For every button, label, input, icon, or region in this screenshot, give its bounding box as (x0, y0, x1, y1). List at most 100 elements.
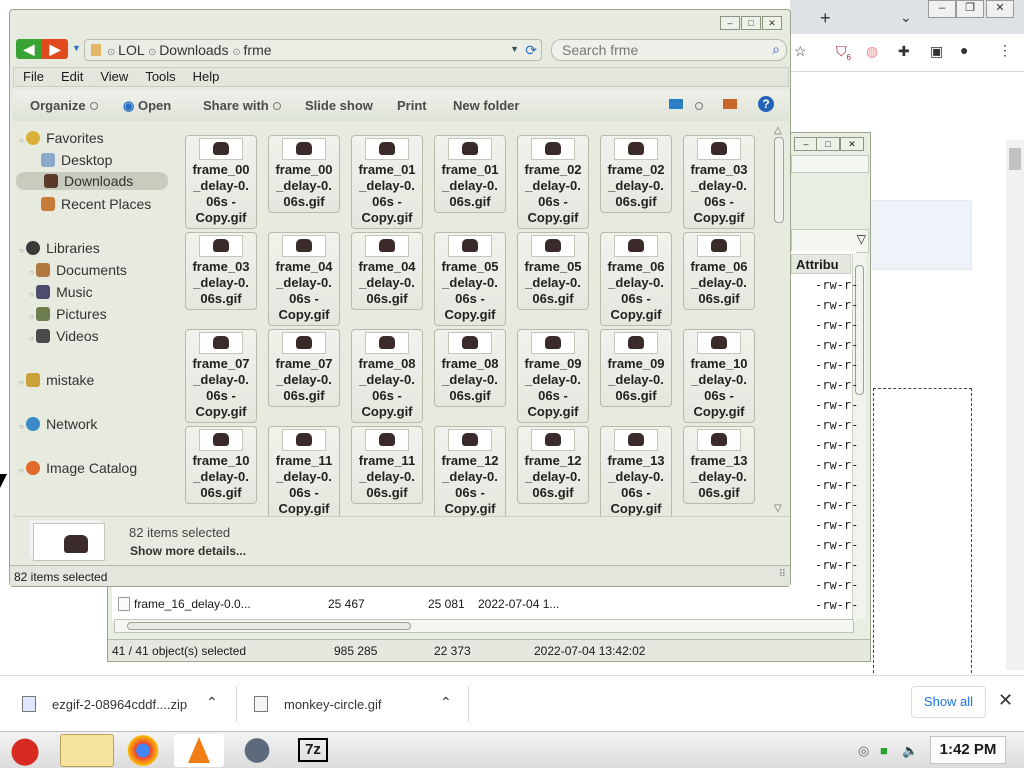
start-button-bird-icon[interactable] (2, 734, 48, 767)
address-dropdown-icon[interactable]: ▽ (857, 232, 866, 246)
file-tile[interactable]: frame_11 _delay-0. 06s.gif (351, 426, 423, 504)
pride-extension-icon[interactable]: ◍ (866, 43, 878, 60)
file-tile[interactable]: frame_12 _delay-0. 06s.gif (517, 426, 589, 504)
preview-pane-icon[interactable] (723, 99, 737, 109)
sidebar-item-downloads[interactable]: Downloads (16, 172, 168, 190)
file-tile[interactable]: frame_11 _delay-0. 06s - Copy.gif (268, 426, 340, 520)
file-tile[interactable]: frame_02 _delay-0. 06s.gif (600, 135, 672, 213)
file-tile[interactable]: frame_02 _delay-0. 06s - Copy.gif (517, 135, 589, 229)
file-tile[interactable]: frame_08 _delay-0. 06s.gif (434, 329, 506, 407)
address-dropdown-icon[interactable]: ▼ (510, 44, 519, 54)
menu-help[interactable]: Help (193, 69, 220, 84)
chevron-up-icon[interactable]: ⌃ (440, 694, 452, 711)
archive-close-button[interactable]: ✕ (840, 137, 864, 151)
scrollbar-thumb[interactable] (127, 622, 411, 630)
file-tile[interactable]: frame_01 _delay-0. 06s - Copy.gif (351, 135, 423, 229)
chevron-up-icon[interactable]: ⌃ (206, 694, 218, 711)
breadcrumb-lol[interactable]: LOL (118, 42, 144, 58)
address-bar[interactable]: ⊙ LOL ⊙ Downloads ⊙ frme ▼ ⟳ (84, 39, 542, 61)
file-tile[interactable]: frame_04 _delay-0. 06s - Copy.gif (268, 232, 340, 326)
tray-network-icon[interactable]: ■ (880, 743, 888, 758)
file-tile[interactable]: frame_06 _delay-0. 06s.gif (683, 232, 755, 310)
sidebar-item-favorites[interactable]: ○ Favorites (19, 130, 104, 146)
sidebar-item-image-catalog[interactable]: ○ Image Catalog (19, 460, 137, 476)
scrollbar-thumb[interactable] (1009, 148, 1021, 170)
show-more-details-link[interactable]: Show more details... (130, 544, 246, 558)
maximize-button[interactable]: □ (741, 16, 761, 30)
scrollbar-thumb[interactable] (774, 137, 784, 223)
vlc-taskbar-icon[interactable] (174, 734, 224, 767)
file-tile[interactable]: frame_10 _delay-0. 06s.gif (185, 426, 257, 504)
file-tile[interactable]: frame_01 _delay-0. 06s.gif (434, 135, 506, 213)
file-tile[interactable]: frame_09 _delay-0. 06s.gif (600, 329, 672, 407)
search-input[interactable]: Search frme ⌕ (551, 39, 787, 61)
sidebar-item-libraries[interactable]: ○ Libraries (19, 240, 100, 256)
menu-view[interactable]: View (100, 69, 128, 84)
shield-extension-icon[interactable]: ⛉6 (836, 43, 851, 62)
organize-button[interactable]: Organize (30, 98, 98, 113)
download-item-zip[interactable]: ezgif-2-08964cddf....zip (22, 696, 187, 712)
close-button[interactable]: ✕ (762, 16, 782, 30)
menu-tools[interactable]: Tools (145, 69, 175, 84)
puzzle-extensions-icon[interactable]: ✚ (898, 43, 910, 60)
file-tile[interactable]: frame_00 _delay-0. 06s.gif (268, 135, 340, 213)
help-icon[interactable]: ? (758, 96, 774, 112)
side-panel-icon[interactable]: ▣ (930, 43, 943, 60)
menu-edit[interactable]: Edit (61, 69, 83, 84)
open-button[interactable]: ◉ Open (123, 98, 171, 114)
show-all-button[interactable]: Show all (911, 686, 986, 718)
file-tile[interactable]: frame_09 _delay-0. 06s - Copy.gif (517, 329, 589, 423)
sidebar-item-videos[interactable]: ○ Videos (29, 328, 99, 344)
archive-horizontal-scrollbar[interactable] (114, 619, 854, 633)
app-taskbar-icon[interactable] (232, 734, 282, 767)
attributes-column-header[interactable]: Attribu (791, 254, 851, 274)
file-tile[interactable]: frame_03 _delay-0. 06s.gif (185, 232, 257, 310)
download-item-gif[interactable]: monkey-circle.gif (254, 696, 382, 712)
print-button[interactable]: Print (397, 98, 427, 113)
file-tile[interactable]: frame_04 _delay-0. 06s.gif (351, 232, 423, 310)
file-tile[interactable]: frame_07 _delay-0. 06s - Copy.gif (185, 329, 257, 423)
share-with-button[interactable]: Share with (203, 98, 281, 113)
breadcrumb-downloads[interactable]: Downloads (159, 42, 228, 58)
search-icon[interactable]: ⌕ (772, 41, 780, 58)
explorer-taskbar-icon[interactable] (60, 734, 114, 767)
breadcrumb-frme[interactable]: frme (244, 42, 272, 58)
sidebar-item-music[interactable]: ○ Music (29, 284, 93, 300)
archive-row[interactable]: frame_16_delay-0.0... 25 467 25 081 2022… (116, 597, 846, 615)
file-tile[interactable]: frame_07 _delay-0. 06s.gif (268, 329, 340, 407)
tab-search-chevron-icon[interactable]: ⌄ (900, 9, 912, 26)
scroll-down-icon[interactable]: ▽ (774, 503, 782, 514)
sidebar-item-recent-places[interactable]: Recent Places (41, 196, 151, 212)
7zip-taskbar-icon[interactable]: 7z (288, 734, 338, 767)
file-tile[interactable]: frame_03 _delay-0. 06s - Copy.gif (683, 135, 755, 229)
file-tile[interactable]: frame_06 _delay-0. 06s - Copy.gif (600, 232, 672, 326)
file-tile[interactable]: frame_13 _delay-0. 06s - Copy.gif (600, 426, 672, 520)
profile-avatar-icon[interactable]: ● (960, 42, 968, 58)
file-view[interactable]: frame_00 _delay-0. 06s - Copy.gif frame_0… (176, 121, 788, 520)
slideshow-button[interactable]: Slide show (305, 98, 373, 113)
sidebar-item-documents[interactable]: ○ Documents (29, 262, 127, 278)
chrome-restore-button[interactable]: ❐ (956, 0, 984, 18)
menu-file[interactable]: File (23, 69, 44, 84)
sidebar-item-pictures[interactable]: ○ Pictures (29, 306, 107, 322)
sidebar-item-mistake[interactable]: ○ mistake (19, 372, 94, 388)
chrome-close-button[interactable]: ✕ (986, 0, 1014, 18)
recent-pages-icon[interactable]: ▼ (72, 43, 81, 53)
back-arrow-icon[interactable]: ◀ (16, 39, 42, 59)
scroll-up-icon[interactable]: △ (774, 125, 782, 136)
file-tile[interactable]: frame_13 _delay-0. 06s.gif (683, 426, 755, 504)
file-tile[interactable]: frame_08 _delay-0. 06s - Copy.gif (351, 329, 423, 423)
chrome-menu-icon[interactable]: ⋮ (998, 42, 1012, 59)
resize-grip-icon[interactable]: ⠿ (779, 569, 786, 580)
file-tile[interactable]: frame_05 _delay-0. 06s.gif (517, 232, 589, 310)
chrome-minimize-button[interactable]: – (928, 0, 956, 18)
chrome-taskbar-icon[interactable] (118, 734, 168, 767)
close-downloads-icon[interactable]: ✕ (998, 690, 1013, 711)
minimize-button[interactable]: – (720, 16, 740, 30)
sidebar-item-network[interactable]: ○ Network (19, 416, 97, 432)
taskbar-clock[interactable]: 1:42 PM (930, 736, 1006, 764)
new-tab-button[interactable]: + (820, 8, 831, 29)
file-tile[interactable]: frame_00 _delay-0. 06s - Copy.gif (185, 135, 257, 229)
change-view-icon[interactable] (669, 99, 683, 109)
view-dropdown-icon[interactable] (691, 98, 703, 113)
